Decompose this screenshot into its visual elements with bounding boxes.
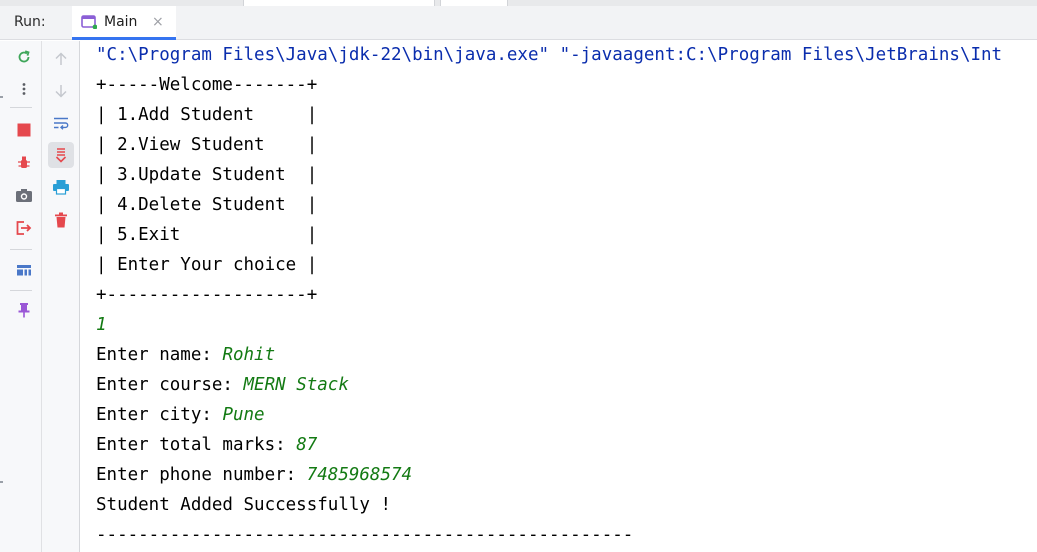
rerun-icon[interactable]	[11, 44, 37, 70]
close-icon[interactable]: ×	[152, 14, 164, 30]
debug-bug-icon[interactable]	[11, 149, 37, 175]
pin-icon[interactable]	[11, 297, 37, 323]
prompt-label: Enter total marks:	[96, 435, 297, 455]
menu-border-bottom: +-------------------+	[96, 285, 318, 305]
layout-icon[interactable]	[11, 257, 37, 283]
prompt-city-line: Enter city: Pune	[96, 404, 265, 426]
clear-all-icon[interactable]	[48, 207, 74, 233]
menu-option-update: | 3.Update Student |	[96, 165, 318, 185]
menu-border-top: +-----Welcome-------+	[96, 75, 318, 95]
console-toolbar	[42, 41, 80, 552]
run-label: Run:	[14, 14, 46, 30]
menu-option-add: | 1.Add Student |	[96, 105, 318, 125]
console-output[interactable]: "C:\Program Files\Java\jdk-22\bin\java.e…	[96, 41, 1037, 552]
menu-option-exit: | 5.Exit |	[96, 225, 318, 245]
prompt-name-line: Enter name: Rohit	[96, 344, 275, 366]
success-message: Student Added Successfully !	[96, 495, 392, 515]
scroll-up-icon[interactable]	[48, 46, 74, 72]
prompt-marks-line: Enter total marks: 87	[96, 434, 317, 456]
toolbar-separator	[10, 249, 32, 250]
prompt-label: Enter phone number:	[96, 465, 307, 485]
more-options-icon[interactable]	[11, 76, 37, 102]
toolbar-separator	[10, 290, 32, 291]
run-toolbar-left	[0, 41, 42, 552]
edge-marker	[0, 481, 3, 483]
scroll-down-icon[interactable]	[48, 78, 74, 104]
edge-marker	[0, 96, 3, 98]
input-value: 7485968574	[306, 465, 413, 485]
command-line: "C:\Program Files\Java\jdk-22\bin\java.e…	[96, 45, 1003, 65]
divider-line: ----------------------------------------…	[96, 525, 634, 545]
user-choice-input: 1	[96, 315, 107, 335]
input-value: Rohit	[222, 345, 276, 365]
toolbar-separator	[10, 107, 32, 108]
prompt-label: Enter city:	[96, 405, 223, 425]
menu-option-delete: | 4.Delete Student |	[96, 195, 318, 215]
console-window-icon	[81, 15, 97, 29]
scroll-to-end-icon[interactable]	[48, 142, 74, 168]
print-icon[interactable]	[48, 174, 74, 200]
soft-wrap-icon[interactable]	[48, 110, 74, 136]
input-value: 87	[296, 435, 318, 455]
tab-main-label: Main	[104, 14, 138, 30]
screenshot-camera-icon[interactable]	[11, 182, 37, 208]
prompt-label: Enter course:	[96, 375, 244, 395]
tab-main[interactable]: Main ×	[72, 6, 176, 40]
menu-option-view: | 2.View Student |	[96, 135, 318, 155]
prompt-course-line: Enter course: MERN Stack	[96, 374, 349, 396]
prompt-phone-line: Enter phone number: 7485968574	[96, 464, 412, 486]
prompt-label: Enter name:	[96, 345, 223, 365]
menu-prompt: | Enter Your choice |	[96, 255, 318, 275]
exit-icon[interactable]	[11, 215, 37, 241]
input-value: Pune	[222, 405, 265, 425]
stop-icon[interactable]	[11, 117, 37, 143]
run-tool-window-header: Run: Main ×	[0, 6, 1037, 40]
input-value: MERN Stack	[243, 375, 349, 395]
